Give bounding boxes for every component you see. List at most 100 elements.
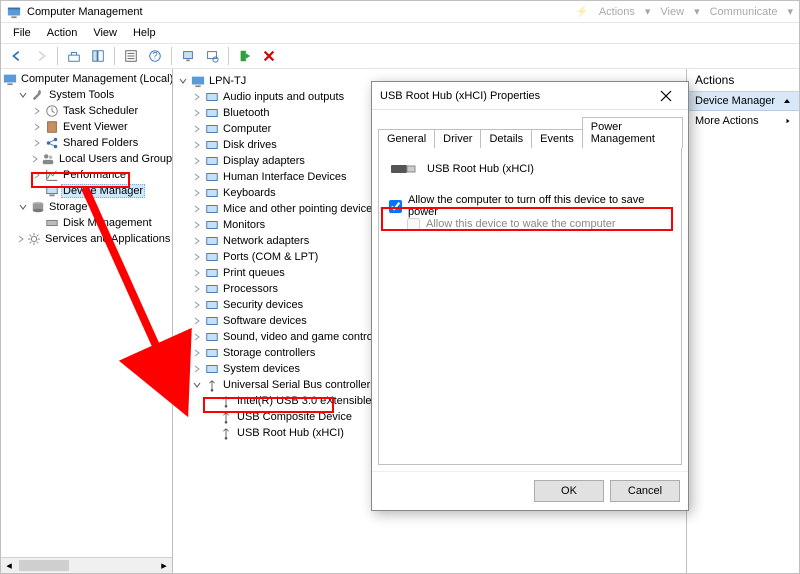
chevron-down-icon[interactable]	[17, 201, 29, 213]
menu-view[interactable]: View	[85, 25, 125, 41]
category-icon	[205, 234, 219, 248]
chevron-right-icon	[785, 117, 791, 125]
chevron-right-icon[interactable]	[191, 347, 203, 359]
chevron-right-icon[interactable]	[191, 315, 203, 327]
category-icon	[205, 314, 219, 328]
chevron-right-icon[interactable]	[31, 153, 39, 165]
category-icon	[205, 106, 219, 120]
chevron-down-icon[interactable]	[17, 89, 29, 101]
enable-device-icon[interactable]	[235, 46, 255, 66]
nav-root[interactable]: Computer Management (Local)	[3, 71, 172, 87]
nav-local-users[interactable]: Local Users and Groups	[3, 151, 172, 167]
category-icon	[205, 154, 219, 168]
chevron-right-icon[interactable]	[191, 123, 203, 135]
chevron-up-icon	[783, 97, 791, 105]
nav-scrollbar[interactable]: ◂ ▸	[1, 557, 172, 573]
nav-disk-management[interactable]: Disk Management	[3, 215, 172, 231]
chevron-right-icon[interactable]	[191, 187, 203, 199]
up-button[interactable]	[64, 46, 84, 66]
chevron-right-icon[interactable]	[31, 121, 43, 133]
back-button[interactable]	[7, 46, 27, 66]
chevron-right-icon[interactable]	[191, 139, 203, 151]
nav-storage[interactable]: Storage	[3, 199, 172, 215]
titlebar: Computer Management ⚡Actions ▾View ▾Comm…	[1, 1, 799, 23]
category-icon	[205, 346, 219, 360]
wrench-icon	[31, 88, 45, 102]
chevron-right-icon[interactable]	[31, 105, 43, 117]
scroll-left-icon[interactable]: ◂	[1, 558, 17, 573]
category-icon	[205, 122, 219, 136]
chevron-right-icon[interactable]	[191, 155, 203, 167]
tab-details[interactable]: Details	[480, 129, 532, 148]
dialog-titlebar: USB Root Hub (xHCI) Properties	[372, 82, 688, 110]
chevron-right-icon[interactable]	[191, 219, 203, 231]
users-icon	[41, 152, 55, 166]
usb-icon	[219, 410, 233, 424]
ok-button[interactable]: OK	[534, 480, 604, 502]
chevron-right-icon[interactable]	[191, 299, 203, 311]
actions-panel: Actions Device Manager More Actions	[687, 69, 799, 573]
usb-icon	[205, 378, 219, 392]
category-icon	[205, 218, 219, 232]
chevron-right-icon[interactable]	[17, 233, 25, 245]
header-partial-toolbar: ⚡Actions ▾View ▾Communicate ▾	[575, 5, 793, 18]
computer-icon	[3, 72, 17, 86]
close-button[interactable]	[652, 82, 680, 110]
check-allow-turnoff[interactable]: Allow the computer to turn off this devi…	[389, 198, 671, 214]
category-icon	[205, 138, 219, 152]
nav-system-tools[interactable]: System Tools	[3, 87, 172, 103]
nav-services-apps[interactable]: Services and Applications	[3, 231, 172, 247]
menu-file[interactable]: File	[5, 25, 39, 41]
nav-tree[interactable]: Computer Management (Local) System Tools…	[1, 69, 172, 557]
chevron-right-icon[interactable]	[31, 169, 43, 181]
chevron-right-icon[interactable]	[191, 235, 203, 247]
chevron-right-icon[interactable]	[191, 91, 203, 103]
dialog-tabs: General Driver Details Events Power Mana…	[372, 110, 688, 147]
disk-icon	[45, 216, 59, 230]
scroll-thumb[interactable]	[19, 560, 69, 571]
properties-button[interactable]	[121, 46, 141, 66]
chevron-down-icon[interactable]	[191, 379, 203, 391]
tab-general[interactable]: General	[378, 129, 435, 148]
device-manager-icon	[45, 184, 59, 198]
chevron-right-icon[interactable]	[191, 331, 203, 343]
app-icon	[7, 5, 21, 19]
menubar: File Action View Help	[1, 23, 799, 43]
svg-text:?: ?	[152, 51, 157, 62]
scroll-right-icon[interactable]: ▸	[156, 558, 172, 573]
cancel-button[interactable]: Cancel	[610, 480, 680, 502]
nav-performance[interactable]: Performance	[3, 167, 172, 183]
scan-hardware-icon[interactable]	[202, 46, 222, 66]
help-button[interactable]: ?	[145, 46, 165, 66]
tab-driver[interactable]: Driver	[434, 129, 481, 148]
chevron-right-icon[interactable]	[191, 171, 203, 183]
chevron-right-icon[interactable]	[191, 203, 203, 215]
nav-event-viewer[interactable]: Event Viewer	[3, 119, 172, 135]
chevron-right-icon[interactable]	[191, 363, 203, 375]
nav-device-manager[interactable]: Device Manager	[3, 183, 172, 199]
chevron-down-icon[interactable]	[177, 75, 189, 87]
actions-more[interactable]: More Actions	[687, 111, 799, 131]
tab-events[interactable]: Events	[531, 129, 583, 148]
tab-power-management[interactable]: Power Management	[582, 117, 683, 148]
toggle-tree-button[interactable]	[88, 46, 108, 66]
chevron-right-icon[interactable]	[191, 283, 203, 295]
nav-shared-folders[interactable]: Shared Folders	[3, 135, 172, 151]
chevron-right-icon[interactable]	[191, 107, 203, 119]
chevron-right-icon[interactable]	[191, 267, 203, 279]
check-allow-turnoff-input[interactable]	[389, 200, 402, 213]
category-icon	[205, 298, 219, 312]
chevron-right-icon[interactable]	[31, 137, 43, 149]
uninstall-device-icon[interactable]	[259, 46, 279, 66]
menu-action[interactable]: Action	[39, 25, 86, 41]
actions-section[interactable]: Device Manager	[687, 92, 799, 111]
device-icon[interactable]	[178, 46, 198, 66]
forward-button[interactable]	[31, 46, 51, 66]
properties-dialog: USB Root Hub (xHCI) Properties General D…	[371, 81, 689, 511]
chevron-right-icon[interactable]	[191, 251, 203, 263]
check-allow-wake: Allow this device to wake the computer	[389, 216, 671, 232]
menu-help[interactable]: Help	[125, 25, 164, 41]
check-allow-wake-input	[407, 218, 420, 231]
nav-task-scheduler[interactable]: Task Scheduler	[3, 103, 172, 119]
nav-panel: Computer Management (Local) System Tools…	[1, 69, 173, 573]
